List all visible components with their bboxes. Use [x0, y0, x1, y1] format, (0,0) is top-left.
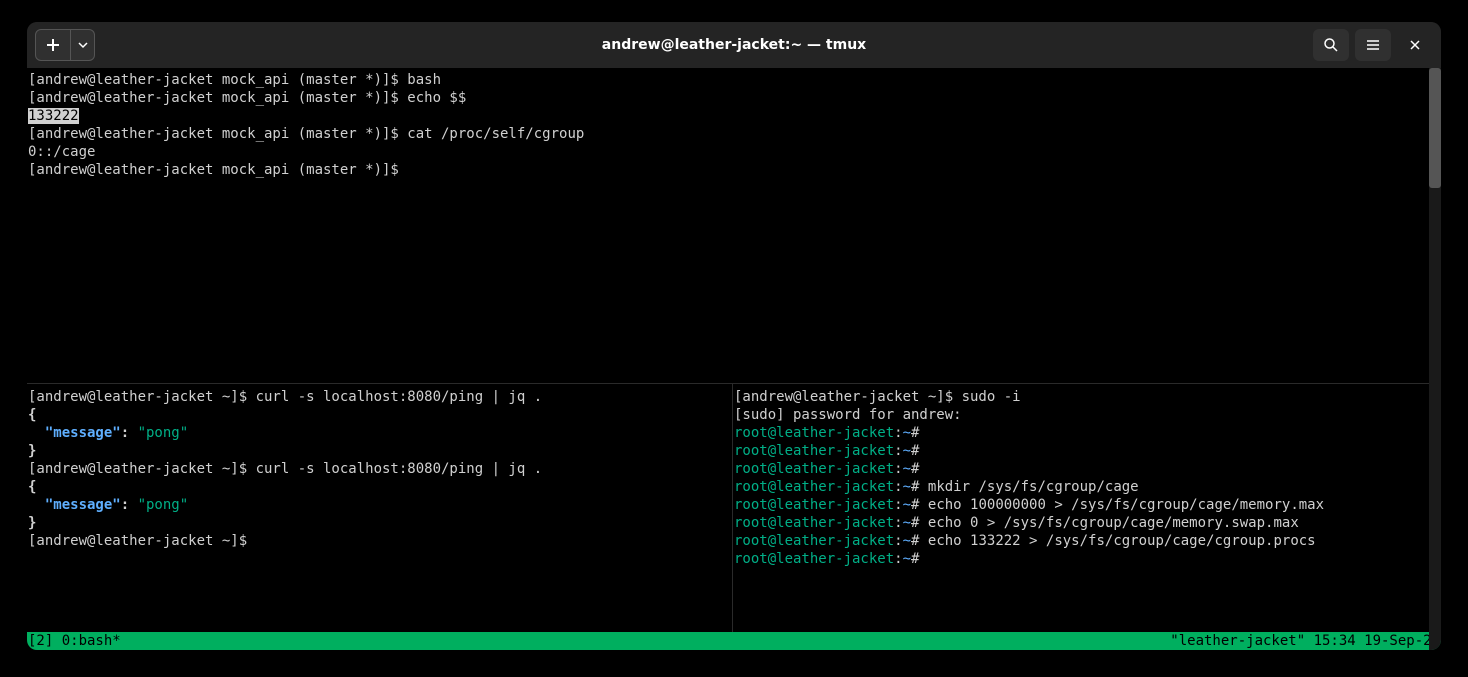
terminal-line: root@leather-jacket:~# mkdir /sys/fs/cgr… — [733, 478, 1441, 496]
chevron-down-icon — [78, 40, 88, 50]
terminal-line: root@leather-jacket:~# — [733, 460, 1441, 478]
search-icon — [1323, 37, 1339, 53]
terminal-line: [andrew@leather-jacket ~]$ curl -s local… — [27, 460, 732, 478]
search-button[interactable] — [1313, 29, 1349, 61]
terminal-line: [andrew@leather-jacket ~]$ — [27, 532, 732, 550]
scrollbar-thumb[interactable] — [1429, 68, 1441, 188]
terminal-line: root@leather-jacket:~# echo 0 > /sys/fs/… — [733, 514, 1441, 532]
terminal-line: } — [27, 514, 732, 532]
scrollbar[interactable] — [1429, 68, 1441, 650]
titlebar-left — [35, 29, 95, 61]
tmux-status-left: [2] 0:bash* — [27, 632, 121, 650]
terminal-line: [andrew@leather-jacket mock_api (master … — [27, 89, 1441, 107]
plus-icon — [45, 37, 61, 53]
terminal-line: 0::/cage — [27, 143, 1441, 161]
terminal-line: [andrew@leather-jacket ~]$ sudo -i — [733, 388, 1441, 406]
terminal-line: "message": "pong" — [27, 424, 732, 442]
terminal-line: [andrew@leather-jacket ~]$ curl -s local… — [27, 388, 732, 406]
tmux-pane-bottom-right[interactable]: [andrew@leather-jacket ~]$ sudo -i[sudo]… — [733, 384, 1441, 632]
tmux-pane-top[interactable]: [andrew@leather-jacket mock_api (master … — [27, 68, 1441, 384]
window-title: andrew@leather-jacket:~ — tmux — [27, 37, 1441, 53]
terminal-line: { — [27, 478, 732, 496]
terminal-line: 133222 — [27, 107, 1441, 125]
tab-dropdown-button[interactable] — [71, 29, 95, 61]
selected-text: 133222 — [28, 108, 79, 124]
terminal-line: root@leather-jacket:~# — [733, 442, 1441, 460]
terminal-content[interactable]: [andrew@leather-jacket mock_api (master … — [27, 68, 1441, 650]
terminal-window: andrew@leather-jacket:~ — tmux [andrew@l… — [27, 22, 1441, 650]
terminal-line: "message": "pong" — [27, 496, 732, 514]
hamburger-icon — [1365, 37, 1381, 53]
close-icon — [1408, 38, 1422, 52]
tmux-pane-bottom-left[interactable]: [andrew@leather-jacket ~]$ curl -s local… — [27, 384, 733, 632]
close-button[interactable] — [1397, 29, 1433, 61]
tmux-status-bar: [2] 0:bash* "leather-jacket" 15:34 19-Se… — [27, 632, 1441, 650]
terminal-line: [sudo] password for andrew: — [733, 406, 1441, 424]
terminal-line: root@leather-jacket:~# echo 100000000 > … — [733, 496, 1441, 514]
terminal-line: [andrew@leather-jacket mock_api (master … — [27, 71, 1441, 89]
terminal-line: [andrew@leather-jacket mock_api (master … — [27, 161, 1441, 179]
terminal-line: [andrew@leather-jacket mock_api (master … — [27, 125, 1441, 143]
terminal-line: root@leather-jacket:~# — [733, 424, 1441, 442]
terminal-line: root@leather-jacket:~# echo 133222 > /sy… — [733, 532, 1441, 550]
tmux-status-right: "leather-jacket" 15:34 19-Sep-24 — [1170, 632, 1441, 650]
tmux-bottom-row: [andrew@leather-jacket ~]$ curl -s local… — [27, 384, 1441, 632]
terminal-line: root@leather-jacket:~# — [733, 550, 1441, 568]
titlebar: andrew@leather-jacket:~ — tmux — [27, 22, 1441, 68]
terminal-line: { — [27, 406, 732, 424]
menu-button[interactable] — [1355, 29, 1391, 61]
titlebar-right — [1313, 29, 1433, 61]
terminal-line: } — [27, 442, 732, 460]
new-tab-button[interactable] — [35, 29, 71, 61]
